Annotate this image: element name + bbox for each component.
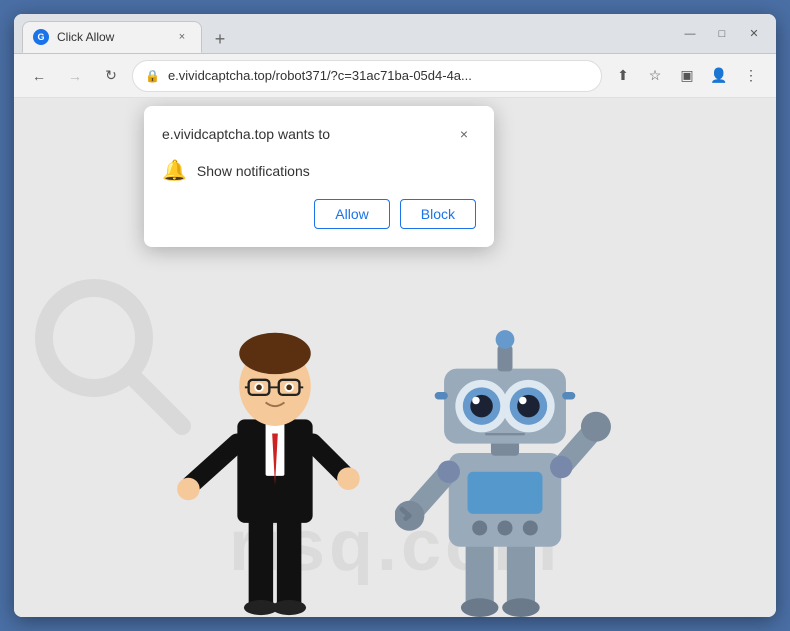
tab-favicon: G (33, 29, 49, 45)
browser-window: G Click Allow × + — □ ✕ ← → ↻ 🔒 e.vividc… (14, 14, 776, 617)
maximize-button[interactable]: □ (708, 20, 736, 48)
forward-button[interactable]: → (60, 61, 90, 91)
back-button[interactable]: ← (24, 61, 54, 91)
nav-bar: ← → ↻ 🔒 e.vividcaptcha.top/robot371/?c=3… (14, 54, 776, 98)
tab-close-button[interactable]: × (173, 28, 191, 46)
bell-icon: 🔔 (162, 158, 187, 183)
address-text: e.vividcaptcha.top/robot371/?c=31ac71ba-… (168, 68, 589, 83)
window-controls: — □ ✕ (676, 20, 768, 48)
notification-text: Show notifications (197, 163, 310, 179)
account-button[interactable]: 👤 (704, 61, 734, 91)
page-bg: risq.com e.vividcaptcha.top wants to × 🔔… (14, 98, 776, 617)
page-content: risq.com e.vividcaptcha.top wants to × 🔔… (14, 98, 776, 617)
split-view-button[interactable]: ▣ (672, 61, 702, 91)
minimize-button[interactable]: — (676, 20, 704, 48)
tab-area: G Click Allow × + (22, 14, 670, 53)
person-illustration (175, 297, 375, 617)
robot-illustration (395, 317, 615, 617)
menu-button[interactable]: ⋮ (736, 61, 766, 91)
block-button[interactable]: Block (400, 199, 476, 229)
allow-button[interactable]: Allow (314, 199, 389, 229)
bookmark-button[interactable]: ☆ (640, 61, 670, 91)
popup-header: e.vividcaptcha.top wants to × (162, 122, 476, 146)
illustration (14, 297, 776, 617)
popup-title: e.vividcaptcha.top wants to (162, 126, 330, 142)
notification-popup: e.vividcaptcha.top wants to × 🔔 Show not… (144, 106, 494, 247)
active-tab[interactable]: G Click Allow × (22, 21, 202, 53)
share-button[interactable]: ⬆ (608, 61, 638, 91)
nav-actions: ⬆ ☆ ▣ 👤 ⋮ (608, 61, 766, 91)
address-bar[interactable]: 🔒 e.vividcaptcha.top/robot371/?c=31ac71b… (132, 60, 602, 92)
refresh-button[interactable]: ↻ (96, 61, 126, 91)
popup-close-button[interactable]: × (452, 122, 476, 146)
close-button[interactable]: ✕ (740, 20, 768, 48)
tab-title: Click Allow (57, 30, 165, 44)
popup-buttons: Allow Block (162, 199, 476, 229)
lock-icon: 🔒 (145, 69, 160, 83)
title-bar: G Click Allow × + — □ ✕ (14, 14, 776, 54)
new-tab-button[interactable]: + (206, 25, 234, 53)
popup-notification-row: 🔔 Show notifications (162, 158, 476, 183)
